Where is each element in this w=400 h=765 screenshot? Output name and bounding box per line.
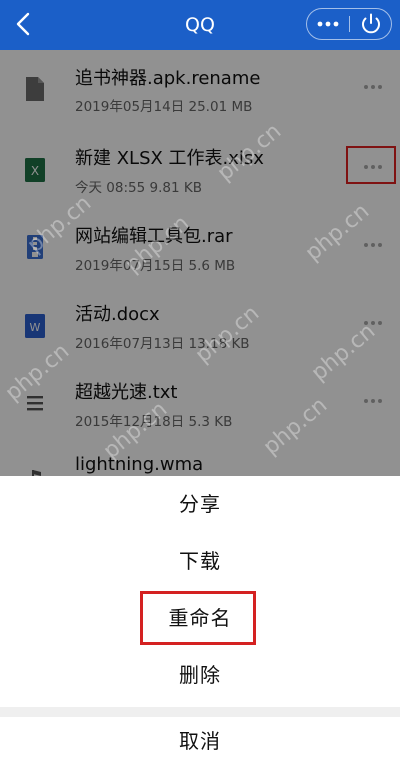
annotation-highlight-box — [140, 591, 256, 645]
title-bar: QQ — [0, 0, 400, 50]
cancel-button[interactable]: 取消 — [0, 717, 400, 765]
delete-button[interactable]: 删除 — [0, 647, 400, 703]
mini-program-capsule — [306, 8, 392, 40]
close-mini-program-button[interactable] — [350, 9, 392, 39]
power-icon — [362, 13, 380, 34]
share-button[interactable]: 分享 — [0, 476, 400, 532]
sheet-separator — [0, 707, 400, 717]
ellipsis-icon — [317, 21, 339, 27]
dim-overlay[interactable] — [0, 50, 400, 476]
download-button[interactable]: 下载 — [0, 533, 400, 589]
action-sheet: 分享 下载 重命名 删除 取消 — [0, 476, 400, 765]
more-menu-button[interactable] — [307, 9, 349, 39]
